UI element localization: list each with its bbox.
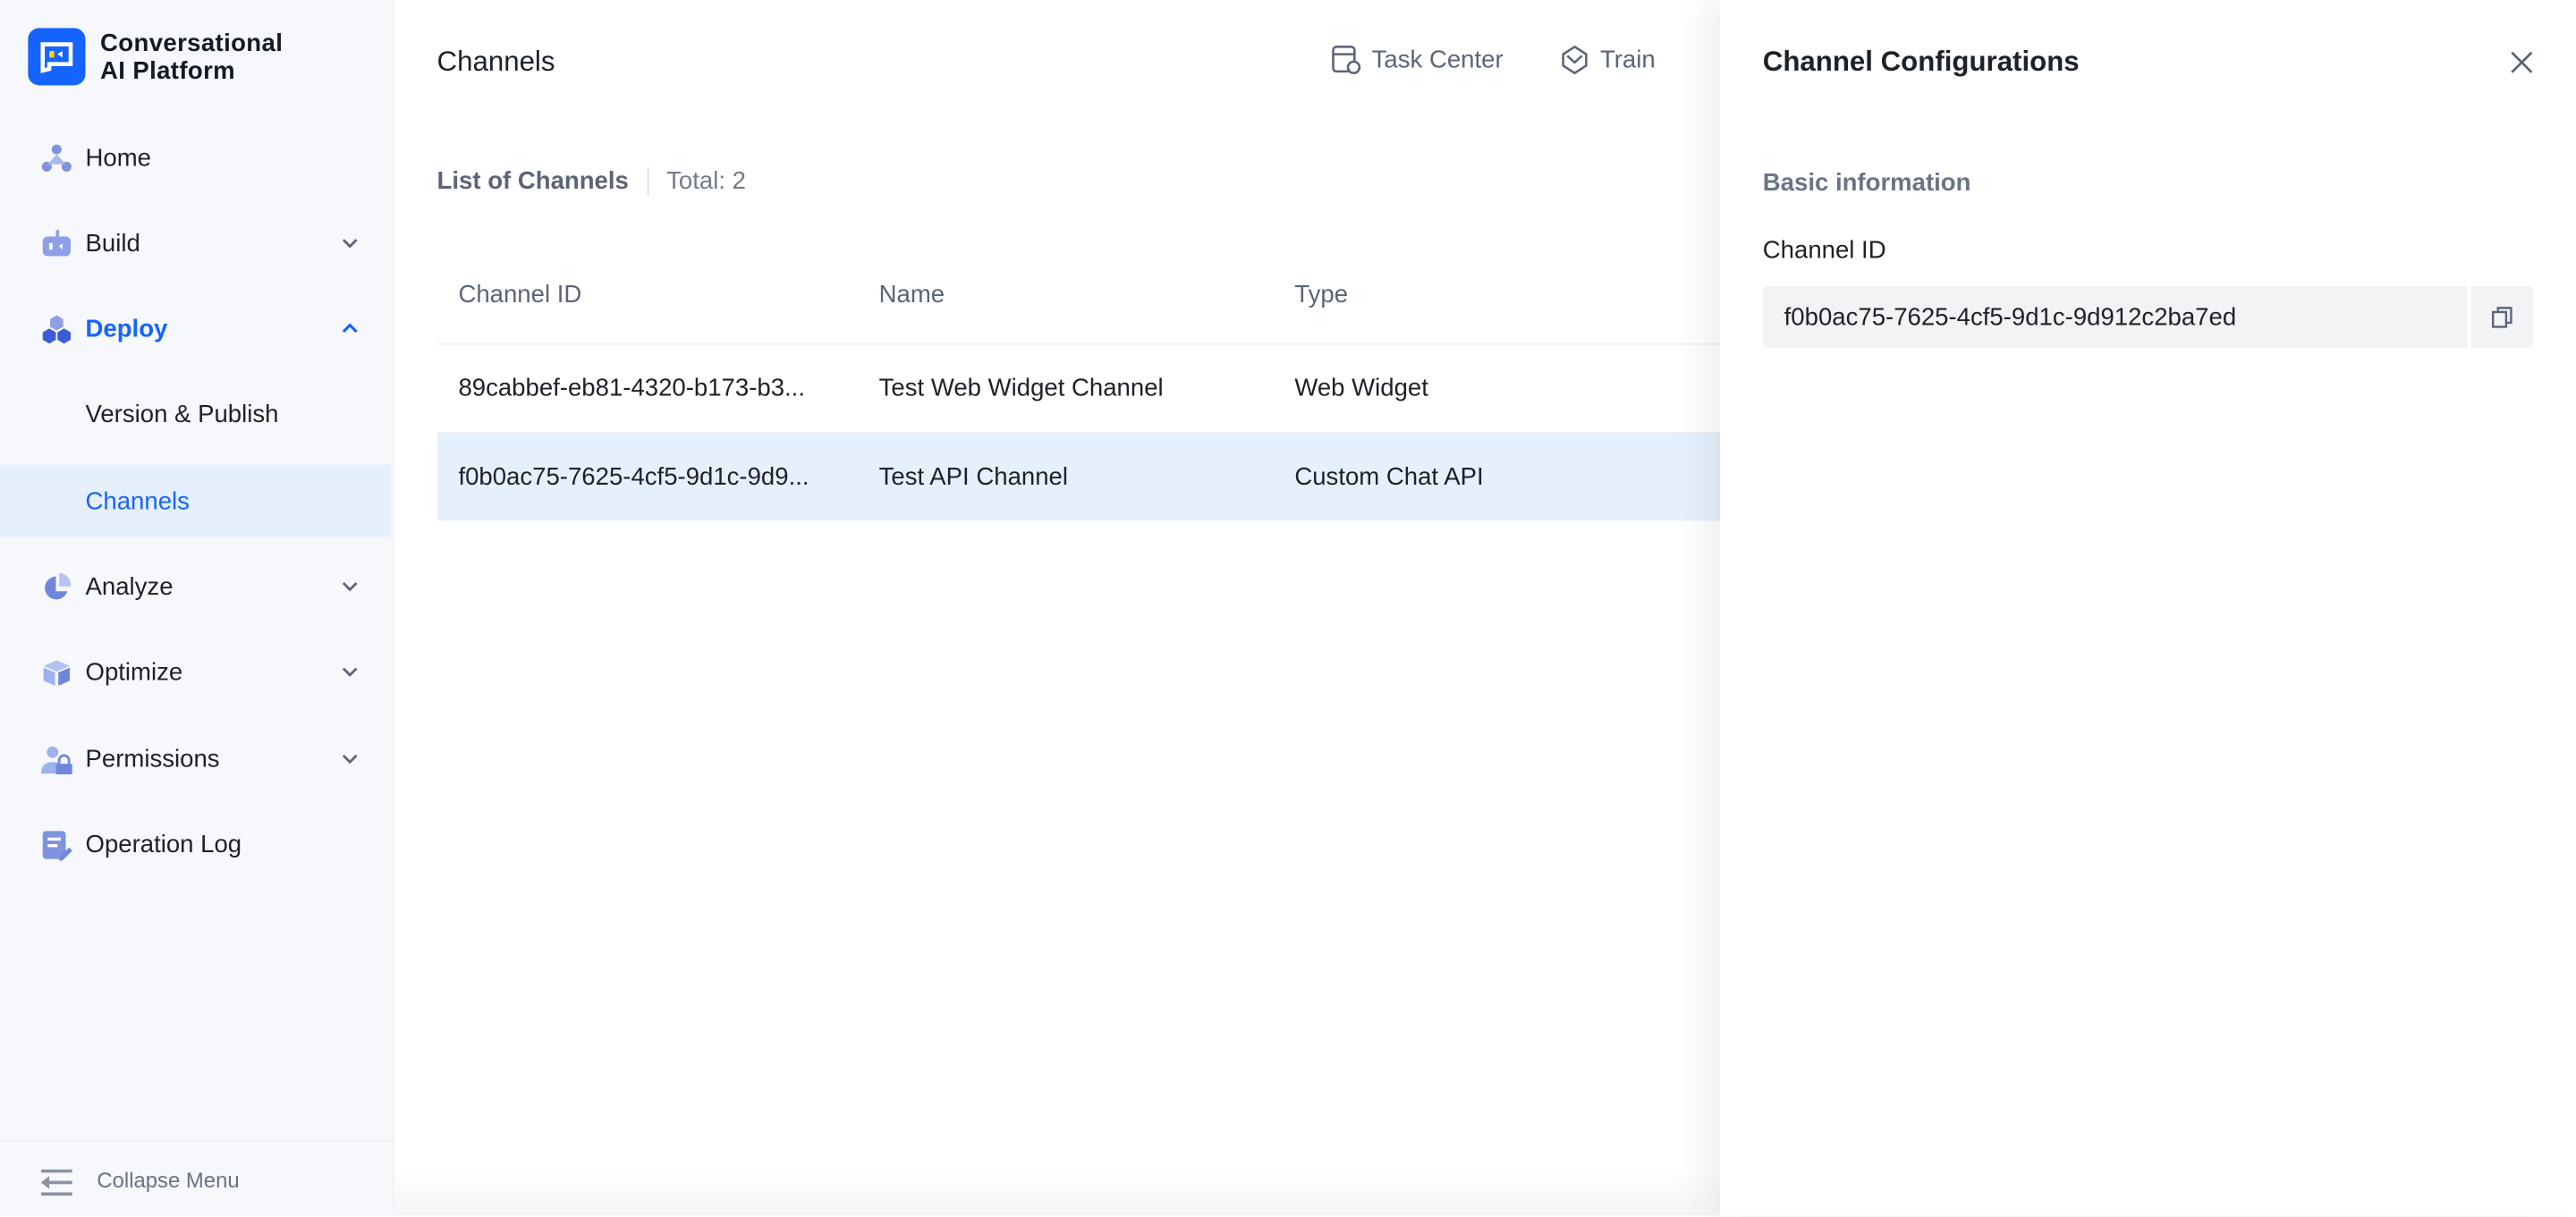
chevron-down-icon bbox=[342, 667, 358, 677]
drawer-title: Channel Configurations bbox=[1762, 46, 2080, 78]
channels-table: Channel ID Name Type 89cabbef-eb81-4320-… bbox=[436, 247, 1751, 521]
sidebar-item-label: Operation Log bbox=[85, 830, 242, 858]
close-icon[interactable] bbox=[2509, 49, 2535, 75]
page-title: Channels bbox=[436, 46, 555, 78]
cell-channel-id: f0b0ac75-7625-4cf5-9d1c-9d9... bbox=[458, 462, 809, 492]
sidebar-item-analyze[interactable]: Analyze bbox=[0, 550, 391, 622]
cell-name: Test API Channel bbox=[878, 462, 1068, 492]
robot-icon bbox=[42, 230, 71, 257]
copy-icon bbox=[2491, 307, 2512, 328]
table-row[interactable]: 89cabbef-eb81-4320-b173-b3... Test Web W… bbox=[436, 345, 1751, 434]
channel-config-drawer: Channel Configurations Basic information… bbox=[1720, 0, 2576, 1216]
total-count: Total: 2 bbox=[666, 167, 746, 196]
sidebar-item-deploy[interactable]: Deploy bbox=[0, 292, 391, 365]
list-header: List of Channels Total: 2 bbox=[436, 167, 746, 196]
channel-id-field: f0b0ac75-7625-4cf5-9d1c-9d912c2ba7ed bbox=[1762, 285, 2534, 349]
sidebar-item-label: Deploy bbox=[85, 314, 168, 342]
bottom-fade bbox=[394, 1169, 1721, 1216]
cell-name: Test Web Widget Channel bbox=[878, 374, 1164, 402]
sidebar-item-label: Optimize bbox=[85, 657, 183, 686]
train-label: Train bbox=[1599, 46, 1656, 74]
cubes-icon bbox=[42, 315, 71, 344]
cell-type: Custom Chat API bbox=[1294, 462, 1484, 492]
table-row-selected[interactable]: f0b0ac75-7625-4cf5-9d1c-9d9... Test API … bbox=[436, 433, 1751, 521]
app-logo: Conversational AI Platform bbox=[28, 28, 284, 86]
sidebar-item-label: Analyze bbox=[85, 572, 174, 601]
chevron-down-icon bbox=[342, 239, 358, 249]
home-icon bbox=[41, 144, 72, 172]
sidebar-item-label: Permissions bbox=[85, 744, 220, 773]
sidebar-item-permissions[interactable]: Permissions bbox=[0, 723, 391, 795]
sidebar-item-label: Build bbox=[85, 229, 140, 258]
sidebar-item-operation-log[interactable]: Operation Log bbox=[0, 808, 391, 881]
pie-chart-icon bbox=[45, 573, 72, 600]
cell-type: Web Widget bbox=[1294, 374, 1428, 402]
sidebar-item-channels[interactable]: Channels bbox=[0, 464, 392, 537]
collapse-menu-button[interactable]: Collapse Menu bbox=[0, 1139, 393, 1217]
task-center-button[interactable]: Task Center bbox=[1331, 45, 1504, 76]
sidebar-item-label: Version & Publish bbox=[85, 400, 279, 428]
column-header-type: Type bbox=[1294, 281, 1349, 309]
task-center-icon bbox=[1332, 46, 1361, 75]
table-header-row: Channel ID Name Type bbox=[436, 247, 1751, 345]
train-button[interactable]: Train bbox=[1559, 45, 1656, 76]
divider bbox=[647, 167, 648, 196]
sidebar-item-build[interactable]: Build bbox=[0, 207, 391, 279]
sidebar-item-home[interactable]: Home bbox=[0, 122, 391, 194]
chevron-down-icon bbox=[342, 754, 358, 765]
collapse-menu-label: Collapse Menu bbox=[97, 1166, 240, 1192]
sidebar: Conversational AI Platform Home Build De… bbox=[0, 0, 394, 1217]
sidebar-item-label: Home bbox=[85, 143, 152, 172]
channel-id-label: Channel ID bbox=[1762, 236, 1886, 265]
chevron-up-icon bbox=[342, 323, 358, 334]
box-icon bbox=[43, 660, 71, 686]
section-title: Basic information bbox=[1762, 169, 1971, 198]
list-title: List of Channels bbox=[436, 167, 629, 196]
task-center-label: Task Center bbox=[1371, 46, 1504, 74]
channel-id-value: f0b0ac75-7625-4cf5-9d1c-9d912c2ba7ed bbox=[1784, 302, 2237, 332]
chevron-down-icon bbox=[342, 582, 358, 592]
app-title-line2: AI Platform bbox=[100, 56, 236, 85]
column-header-name: Name bbox=[878, 281, 945, 309]
column-header-channel-id: Channel ID bbox=[458, 281, 582, 309]
copy-button[interactable] bbox=[2467, 285, 2533, 349]
logo-icon bbox=[28, 28, 86, 86]
sidebar-item-optimize[interactable]: Optimize bbox=[0, 636, 391, 708]
sidebar-item-label: Channels bbox=[85, 486, 190, 515]
sidebar-item-version-publish[interactable]: Version & Publish bbox=[0, 377, 391, 450]
user-lock-icon bbox=[40, 746, 72, 775]
app-title-line1: Conversational bbox=[100, 29, 284, 57]
log-edit-icon bbox=[42, 831, 72, 861]
train-icon bbox=[1562, 45, 1588, 75]
cell-channel-id: 89cabbef-eb81-4320-b173-b3... bbox=[458, 374, 805, 402]
collapse-menu-icon bbox=[40, 1169, 72, 1196]
